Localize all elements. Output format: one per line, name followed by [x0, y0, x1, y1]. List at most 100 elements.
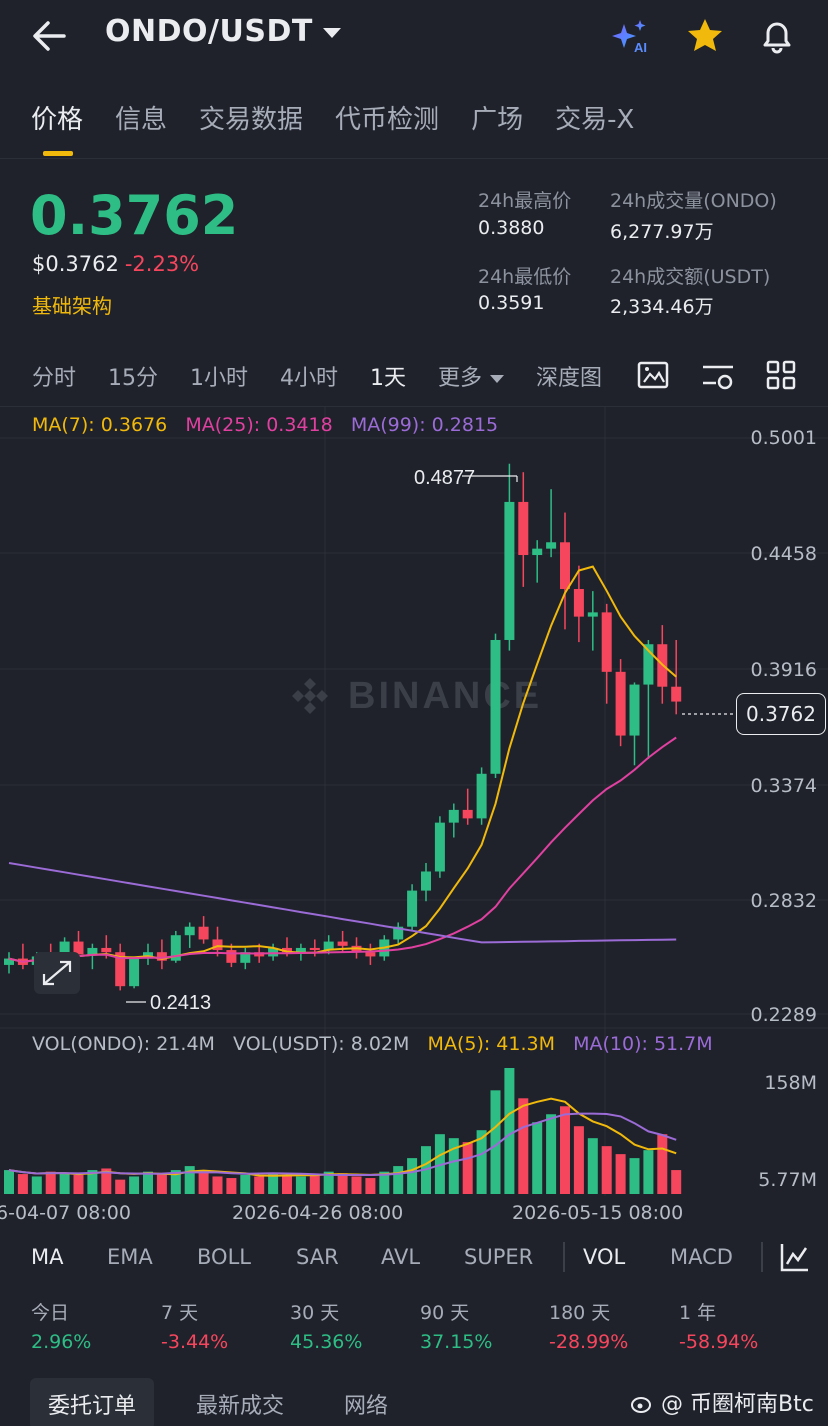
indicator-boll[interactable]: BOLL: [197, 1245, 251, 1269]
tab-trade-x[interactable]: 交易-X: [539, 96, 650, 144]
indicator-ema[interactable]: EMA: [107, 1245, 153, 1269]
volume-legend: VOL(ONDO): 21.4M VOL(USDT): 8.02M MA(5):…: [32, 1033, 713, 1055]
candle-body: [101, 947, 112, 953]
tab-network[interactable]: 网络: [344, 1388, 388, 1420]
candle-body: [615, 671, 626, 736]
category-tag[interactable]: 基础架构: [32, 290, 112, 319]
volume-bar: [45, 1171, 56, 1194]
volume-bar: [657, 1134, 668, 1194]
tab-token-check[interactable]: 代币检测: [319, 96, 455, 144]
interval-time[interactable]: 分时: [32, 360, 76, 392]
interval-4h[interactable]: 4小时: [280, 360, 338, 392]
settings-sliders-icon: [703, 365, 733, 390]
volume-bar: [198, 1171, 209, 1194]
volume-bar: [115, 1179, 126, 1194]
chart-image-icon: [637, 361, 669, 389]
candle-body: [573, 589, 584, 617]
volume-bar: [601, 1146, 612, 1194]
candlestick-chart[interactable]: BINANCE 0.4877 0.2413: [0, 406, 828, 1236]
candle-body: [434, 822, 445, 872]
divider: [0, 158, 828, 159]
volume-bar: [143, 1171, 153, 1194]
interval-1h[interactable]: 1小时: [190, 360, 248, 392]
interval-more[interactable]: 更多: [438, 360, 505, 392]
candle-body: [407, 890, 418, 927]
interval-15m[interactable]: 15分: [108, 360, 158, 392]
alert-button[interactable]: [757, 16, 797, 56]
high-marker: 0.4877: [414, 467, 475, 489]
layout-button[interactable]: [764, 358, 798, 392]
turnover-label: 24h成交额(USDT): [610, 266, 771, 288]
ma99-label: MA(99): 0.2815: [350, 414, 499, 436]
volume-bar: [587, 1138, 598, 1194]
vol-ondo-label: VOL(ONDO): 21.4M: [32, 1033, 215, 1055]
volume-bar: [671, 1170, 682, 1194]
indicator-ma[interactable]: MA: [31, 1245, 63, 1269]
low-value: 0.3591: [478, 292, 545, 314]
volume-bar: [129, 1176, 140, 1194]
ma99-line: [8, 862, 677, 944]
price-axis-label: 0.4458: [750, 543, 817, 565]
favorite-button[interactable]: [685, 16, 725, 56]
perf-value: -3.44%: [161, 1331, 229, 1353]
expand-button[interactable]: [34, 952, 80, 994]
tab-info[interactable]: 信息: [99, 96, 183, 144]
ai-button[interactable]: AI: [610, 18, 654, 58]
star-icon: [688, 19, 722, 51]
indicator-vol[interactable]: VOL: [583, 1245, 625, 1269]
volume-bar: [518, 1098, 529, 1194]
tab-price[interactable]: 价格: [15, 96, 99, 156]
indicator-avl[interactable]: AVL: [381, 1245, 420, 1269]
tab-square[interactable]: 广场: [455, 96, 539, 144]
vol-ma5-label: MA(5): 41.3M: [427, 1033, 555, 1055]
perf-value: 2.96%: [31, 1331, 92, 1353]
volume-bar: [643, 1150, 654, 1194]
ma25-label: MA(25): 0.3418: [185, 414, 333, 436]
perf-label: 今日: [31, 1302, 70, 1324]
perf-value: 37.15%: [420, 1331, 493, 1353]
vol-ma10-label: MA(10): 51.7M: [573, 1033, 713, 1055]
indicator-macd[interactable]: MACD: [670, 1245, 733, 1269]
price-axis-label: 0.5001: [750, 427, 817, 449]
candle-body: [629, 684, 640, 736]
perf-label: 7 天: [161, 1302, 199, 1324]
bell-icon: [763, 22, 791, 54]
vol-usdt-label: VOL(USDT): 8.02M: [233, 1033, 410, 1055]
date-label: 6-04-07 08:00: [0, 1202, 131, 1224]
price-usd: $0.3762 -2.23%: [32, 252, 199, 276]
volume-axis-bottom: 5.77M: [758, 1169, 817, 1191]
tab-trading-data[interactable]: 交易数据: [183, 96, 319, 144]
candle-body: [87, 947, 98, 955]
interval-1d[interactable]: 1天: [370, 360, 406, 392]
indicator-divider: [761, 1242, 763, 1272]
tab-open-orders[interactable]: 委托订单: [30, 1378, 155, 1426]
back-button[interactable]: [30, 18, 70, 54]
chevron-down-icon: [322, 27, 341, 38]
chart-fullscreen-button[interactable]: [636, 358, 670, 392]
grid-icon: [766, 360, 796, 390]
indicator-super[interactable]: SUPER: [464, 1245, 533, 1269]
pair-selector[interactable]: ONDO/USDT: [105, 14, 341, 49]
indicator-settings-button[interactable]: [778, 1240, 812, 1274]
interval-depth[interactable]: 深度图: [536, 360, 602, 392]
volume-bar: [4, 1170, 14, 1194]
volume-bar: [17, 1174, 28, 1194]
interval-more-label: 更多: [438, 366, 483, 391]
ma-legend: MA(7): 0.3676 MA(25): 0.3418 MA(99): 0.2…: [32, 414, 498, 436]
chart-settings-button[interactable]: [700, 358, 736, 392]
volume-value: 6,277.97万: [610, 221, 714, 243]
ma7-label: MA(7): 0.3676: [32, 414, 168, 436]
indicator-sar[interactable]: SAR: [296, 1245, 339, 1269]
date-label: 2026-05-15 08:00: [512, 1202, 684, 1224]
volume-bar: [560, 1106, 570, 1194]
volume-bar: [295, 1176, 306, 1194]
tab-latest-trades[interactable]: 最新成交: [196, 1388, 284, 1420]
candle-body: [309, 947, 320, 951]
volume-bar: [59, 1173, 70, 1194]
volume-bar: [629, 1158, 640, 1194]
perf-label: 1 年: [679, 1302, 717, 1324]
watermark-text: BINANCE: [348, 675, 542, 717]
main-tabs: 价格 信息 交易数据 代币检测 广场 交易-X: [0, 96, 828, 158]
candle-body: [212, 939, 223, 951]
turnover-value: 2,334.46万: [610, 296, 714, 318]
